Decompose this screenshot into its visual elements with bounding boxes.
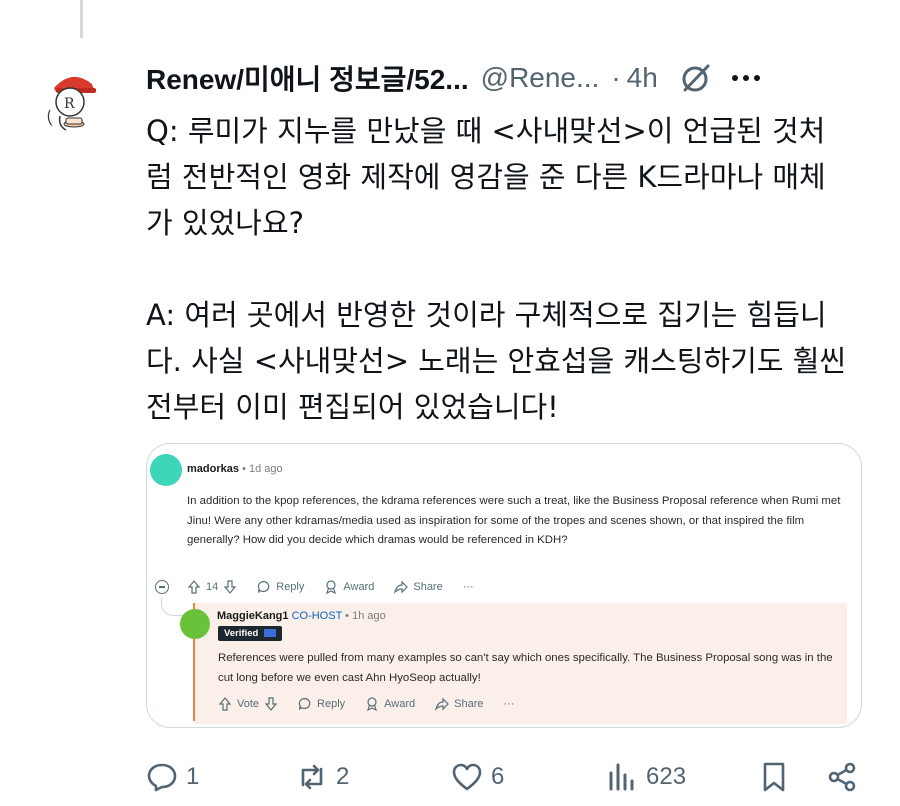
share-arrow-icon [394, 580, 409, 594]
comment-header: madorkas • 1d ago [187, 463, 283, 475]
repost-button[interactable]: 2 [296, 758, 349, 796]
bookmark-icon [763, 762, 785, 792]
svg-text:R: R [64, 96, 75, 112]
repost-icon [301, 764, 323, 790]
cohost-role: CO-HOST [291, 610, 343, 622]
comment-more-icon: ··· [462, 581, 474, 593]
reply-button[interactable]: 1 [146, 758, 199, 796]
author-avatar[interactable]: R [36, 60, 108, 132]
reply-thread-curve [161, 598, 185, 616]
like-count: 6 [491, 763, 505, 790]
header-separator: · [611, 62, 621, 93]
award-icon [367, 697, 378, 711]
grok-icon[interactable] [680, 62, 712, 94]
reply-bubble-icon [258, 580, 270, 593]
post-header: Renew/미애니 정보글/52... @Rene... · 4h [146, 58, 870, 98]
author-display-name[interactable]: Renew/미애니 정보글/52... [146, 58, 469, 98]
comment-vote-count: 14 [206, 581, 219, 593]
thread-connector-line [80, 0, 83, 38]
comment-share-action: Share [394, 580, 443, 594]
reply-icon [147, 763, 177, 792]
author-handle[interactable]: @Rene... [481, 62, 600, 94]
verified-flag-icon [263, 629, 276, 638]
downvote-icon [223, 580, 237, 594]
comment-award-label: Award [343, 581, 375, 593]
verified-badge-label: Verified [224, 628, 259, 639]
reply-time: • 1h ago [345, 610, 386, 622]
reply-header: MaggieKang1 CO-HOST • 1h ago [217, 610, 386, 622]
bookmark-button[interactable] [758, 758, 790, 796]
repost-count: 2 [336, 763, 350, 790]
like-button[interactable]: 6 [451, 758, 504, 796]
share-arrow-icon [435, 697, 449, 711]
reply-vote-group: Vote [218, 697, 278, 711]
reply-more-icon: ··· [503, 698, 515, 710]
reply-reply-label: Reply [317, 698, 346, 710]
reply-share-label: Share [454, 698, 484, 710]
upvote-icon [218, 697, 232, 711]
reply-count: 1 [186, 763, 200, 790]
comment-time: • 1d ago [242, 463, 283, 475]
comment-reply-label: Reply [276, 581, 305, 593]
more-icon[interactable] [731, 75, 760, 81]
reply-bubble-icon [298, 697, 311, 710]
reply-award-action: Award [365, 697, 415, 711]
post-text-line: 전부터 이미 편집되어 있었습니다! [146, 390, 559, 424]
verified-badge: Verified [218, 626, 282, 641]
collapse-thread-icon [155, 580, 169, 594]
post-timestamp[interactable]: 4h [627, 62, 658, 94]
comment-actions: 14 Reply Award Share ··· [187, 580, 494, 594]
post-text-line: 다. 사실 <사내맞선> 노래는 안효섭을 캐스팅하기도 훨씬 [146, 344, 847, 378]
reply-vote-label: Vote [237, 698, 260, 710]
commenter-username: madorkas [187, 463, 239, 475]
post-text-line: 가 있었나요? [146, 206, 305, 240]
comment-share-label: Share [413, 581, 443, 593]
comment-body: In addition to the kpop references, the … [187, 495, 841, 546]
award-icon [326, 580, 337, 594]
post-text-line: Q: 루미가 지누를 만났을 때 <사내맞선>이 언급된 것처 [146, 114, 826, 148]
upvote-icon [187, 580, 201, 594]
reply-reply-action: Reply [298, 697, 345, 711]
reply-share-action: Share [435, 697, 484, 711]
comment-vote-group: 14 [187, 580, 237, 594]
downvote-icon [264, 697, 278, 711]
views-count: 623 [646, 763, 687, 790]
share-button[interactable] [826, 758, 858, 796]
post-action-bar: 1 2 6 623 [146, 758, 870, 796]
reply-body: References were pulled from many example… [218, 652, 833, 684]
cohost-username: MaggieKang1 [217, 610, 289, 622]
like-icon [452, 763, 482, 791]
share-icon [828, 762, 856, 792]
reply-actions: Vote Reply Award Share ··· [218, 697, 535, 711]
reply-award-label: Award [384, 698, 416, 710]
post-text-line: 럼 전반적인 영화 제작에 영감을 준 다른 K드라마나 매체 [146, 160, 826, 194]
views-icon [609, 763, 634, 791]
post-text-line: A: 여러 곳에서 반영한 것이라 구체적으로 집기는 힘듭니 [146, 298, 827, 332]
cohost-avatar [180, 609, 210, 639]
post-text: Q: 루미가 지누를 만났을 때 <사내맞선>이 언급된 것처 럼 전반적인 영… [146, 108, 866, 430]
comment-reply-action: Reply [257, 580, 304, 594]
commenter-avatar [150, 454, 182, 486]
comment-award-action: Award [324, 580, 374, 594]
views-button[interactable]: 623 [606, 758, 686, 796]
